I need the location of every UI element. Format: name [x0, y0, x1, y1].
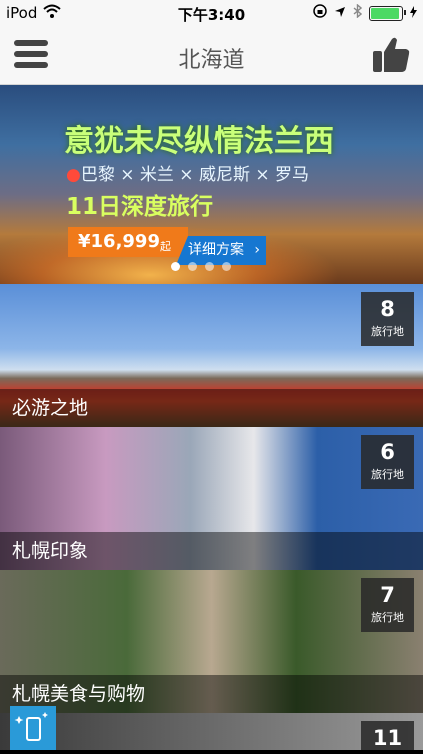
carousel-dot[interactable] — [222, 262, 231, 271]
status-right — [313, 3, 417, 22]
price-suffix: 起 — [160, 240, 171, 253]
category-card-partial[interactable]: 11 — [0, 713, 423, 750]
rotation-lock-icon — [313, 4, 327, 22]
detail-plan-label: 详细方案 — [188, 242, 244, 258]
category-title: 札幌印象 — [0, 532, 423, 570]
destination-count-unit: 旅行地 — [371, 325, 404, 338]
detail-plan-button[interactable]: 详细方案 › — [176, 236, 266, 265]
price-tag: ¥16,999 起 — [68, 227, 188, 257]
charging-icon — [410, 4, 417, 22]
destination-count-unit: 旅行地 — [371, 468, 404, 481]
carousel-dot[interactable] — [188, 262, 197, 271]
category-title: 必游之地 — [0, 389, 423, 427]
phone-sparkle-icon — [14, 712, 48, 741]
thumbs-up-icon — [373, 37, 410, 72]
banner-cities: ●巴黎 × 米兰 × 威尼斯 × 罗马 — [66, 160, 309, 185]
category-card-must-visit[interactable]: 8 旅行地 必游之地 — [0, 284, 423, 427]
destination-count: 11 — [372, 726, 403, 750]
battery-icon — [369, 5, 406, 21]
destination-count: 7 — [380, 583, 395, 607]
location-icon — [334, 4, 346, 22]
destination-count-badge: 8 旅行地 — [361, 292, 414, 346]
destination-count-badge: 6 旅行地 — [361, 435, 414, 489]
destination-count: 8 — [380, 297, 395, 321]
category-title: 札幌美食与购物 — [0, 675, 423, 713]
carousel-dot[interactable] — [171, 262, 180, 271]
thumbs-up-button[interactable] — [371, 36, 411, 74]
destination-count-badge: 7 旅行地 — [361, 578, 414, 632]
status-bar: iPod 下午3:40 — [0, 0, 423, 26]
destination-count-unit: 旅行地 — [371, 611, 404, 624]
banner-cities-text: 巴黎 × 米兰 × 威尼斯 × 罗马 — [80, 165, 309, 185]
bluetooth-icon — [353, 3, 363, 22]
destination-count-badge: 11 — [361, 721, 414, 750]
price-value: ¥16,999 — [78, 231, 160, 252]
banner-title: 意犹未尽纵情法兰西 — [64, 124, 334, 159]
chevron-right-icon: › — [254, 242, 260, 258]
carousel-indicator[interactable] — [171, 262, 231, 271]
destination-count: 6 — [380, 440, 395, 464]
page-title: 北海道 — [178, 48, 245, 73]
carousel-dot[interactable] — [205, 262, 214, 271]
navigation-bar: 北海道 — [0, 26, 423, 85]
category-card-sapporo-impression[interactable]: 6 旅行地 札幌印象 — [0, 427, 423, 570]
map-pin-icon: ● — [66, 165, 81, 185]
floating-action-button[interactable] — [10, 706, 56, 750]
category-card-sapporo-food-shopping[interactable]: 7 旅行地 札幌美食与购物 — [0, 570, 423, 713]
banner-days: 11日深度旅行 — [66, 194, 214, 220]
